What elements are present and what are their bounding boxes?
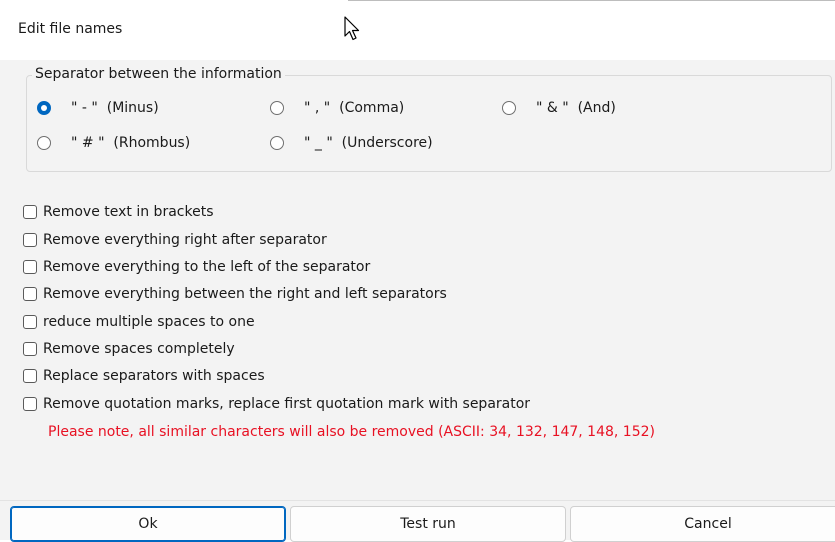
radio-underscore[interactable]: " _ " (Underscore) (270, 133, 433, 153)
checkbox-remove-spaces-completely[interactable]: Remove spaces completely (23, 339, 235, 359)
radio-rhombus-label: " # " (Rhombus) (71, 135, 191, 151)
radio-button-icon[interactable] (37, 136, 51, 150)
mouse-pointer-icon (344, 16, 360, 41)
checkbox-label: Remove spaces completely (43, 341, 235, 357)
checkbox-label: Remove everything to the left of the sep… (43, 259, 371, 275)
title-bar-divider (348, 0, 835, 1)
checkbox-label: Replace separators with spaces (43, 368, 265, 384)
window-title: Edit file names (18, 21, 123, 37)
separator-group-box (26, 75, 832, 172)
warning-note: Please note, all similar characters will… (48, 424, 655, 440)
test-run-button[interactable]: Test run (290, 506, 566, 542)
checkbox-remove-text-in-brackets[interactable]: Remove text in brackets (23, 202, 213, 222)
radio-button-icon[interactable] (270, 136, 284, 150)
cancel-button[interactable]: Cancel (570, 506, 835, 542)
radio-comma[interactable]: " , " (Comma) (270, 98, 404, 118)
radio-button-icon[interactable] (270, 101, 284, 115)
ok-button[interactable]: Ok (10, 506, 286, 542)
checkbox-label: Remove quotation marks, replace first qu… (43, 396, 531, 412)
footer-divider (0, 500, 835, 501)
radio-minus-label: " - " (Minus) (71, 100, 159, 116)
checkbox-remove-left-of-separator[interactable]: Remove everything to the left of the sep… (23, 257, 370, 277)
radio-and-label: " & " (And) (536, 100, 616, 116)
radio-underscore-label: " _ " (Underscore) (304, 135, 433, 151)
checkbox-icon[interactable] (23, 233, 37, 247)
edit-file-names-dialog: Edit file names Separator between the in… (0, 0, 835, 542)
radio-button-icon[interactable] (502, 101, 516, 115)
checkbox-icon[interactable] (23, 287, 37, 301)
checkbox-icon[interactable] (23, 260, 37, 274)
checkbox-label: Remove everything between the right and … (43, 286, 447, 302)
separator-group-legend: Separator between the information (32, 66, 285, 82)
checkbox-reduce-multiple-spaces[interactable]: reduce multiple spaces to one (23, 312, 255, 332)
checkbox-icon[interactable] (23, 397, 37, 411)
checkbox-icon[interactable] (23, 205, 37, 219)
checkbox-icon[interactable] (23, 315, 37, 329)
checkbox-label: reduce multiple spaces to one (43, 314, 255, 330)
checkbox-remove-right-after-separator[interactable]: Remove everything right after separator (23, 230, 327, 250)
radio-comma-label: " , " (Comma) (304, 100, 405, 116)
checkbox-remove-between-separators[interactable]: Remove everything between the right and … (23, 284, 447, 304)
radio-rhombus[interactable]: " # " (Rhombus) (37, 133, 190, 153)
radio-and[interactable]: " & " (And) (502, 98, 616, 118)
checkbox-label: Remove everything right after separator (43, 232, 327, 248)
checkbox-replace-separators-with-spaces[interactable]: Replace separators with spaces (23, 366, 265, 386)
radio-button-selected-icon[interactable] (37, 101, 51, 115)
checkbox-icon[interactable] (23, 342, 37, 356)
checkbox-icon[interactable] (23, 369, 37, 383)
title-bar: Edit file names (0, 0, 835, 60)
radio-minus[interactable]: " - " (Minus) (37, 98, 159, 118)
checkbox-label: Remove text in brackets (43, 204, 214, 220)
checkbox-remove-quotation-marks[interactable]: Remove quotation marks, replace first qu… (23, 394, 530, 414)
